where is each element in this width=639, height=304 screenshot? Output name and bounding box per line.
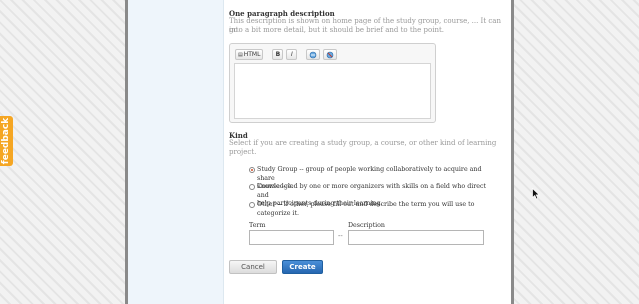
feedback-tab[interactable]: feedback [0,116,13,166]
term-input[interactable] [249,230,334,245]
term-label: Term [249,222,266,229]
create-project-dialog: One paragraph description This descripti… [125,0,514,304]
description-input[interactable] [348,230,484,245]
mouse-pointer-icon [532,188,540,200]
description-field-label: Description [348,222,385,229]
term-separator: -- [338,232,343,240]
radio-option-other[interactable]: Other -- if other, please fill out and d… [249,201,489,218]
kind-help-line1: Select if you are creating a study group… [229,139,497,147]
html-button[interactable]: ▤ HTML [235,49,264,60]
rich-text-editor: ▤ HTML B I [229,43,436,123]
radio-other[interactable] [249,202,255,208]
course-line1: Course -- led by one or more organizers … [257,183,487,199]
link-icon [310,51,317,58]
dialog-sidebar [128,0,224,304]
kind-help-line2: project. [229,148,257,156]
italic-button[interactable]: I [286,49,298,60]
description-help-line2: into a bit more detail, but it should be… [229,26,445,34]
html-button-label: HTML [243,51,261,58]
study-group-line1: Study Group -- group of people working c… [257,166,482,182]
link-button[interactable] [306,49,321,60]
editor-text-area[interactable] [234,63,431,119]
create-button[interactable]: Create [282,260,323,274]
other-line2: categorize it. [257,209,299,217]
radio-study-group[interactable] [249,167,255,173]
feedback-label: feedback [1,117,12,165]
unlink-button[interactable] [323,49,338,60]
bold-button[interactable]: B [272,49,284,60]
html-icon: ▤ [238,51,243,58]
editor-toolbar: ▤ HTML B I [233,47,432,62]
radio-course[interactable] [249,184,255,190]
cancel-button[interactable]: Cancel [229,260,277,274]
unlink-icon [327,51,334,58]
other-line1: Other -- if other, please fill out and d… [257,201,475,208]
